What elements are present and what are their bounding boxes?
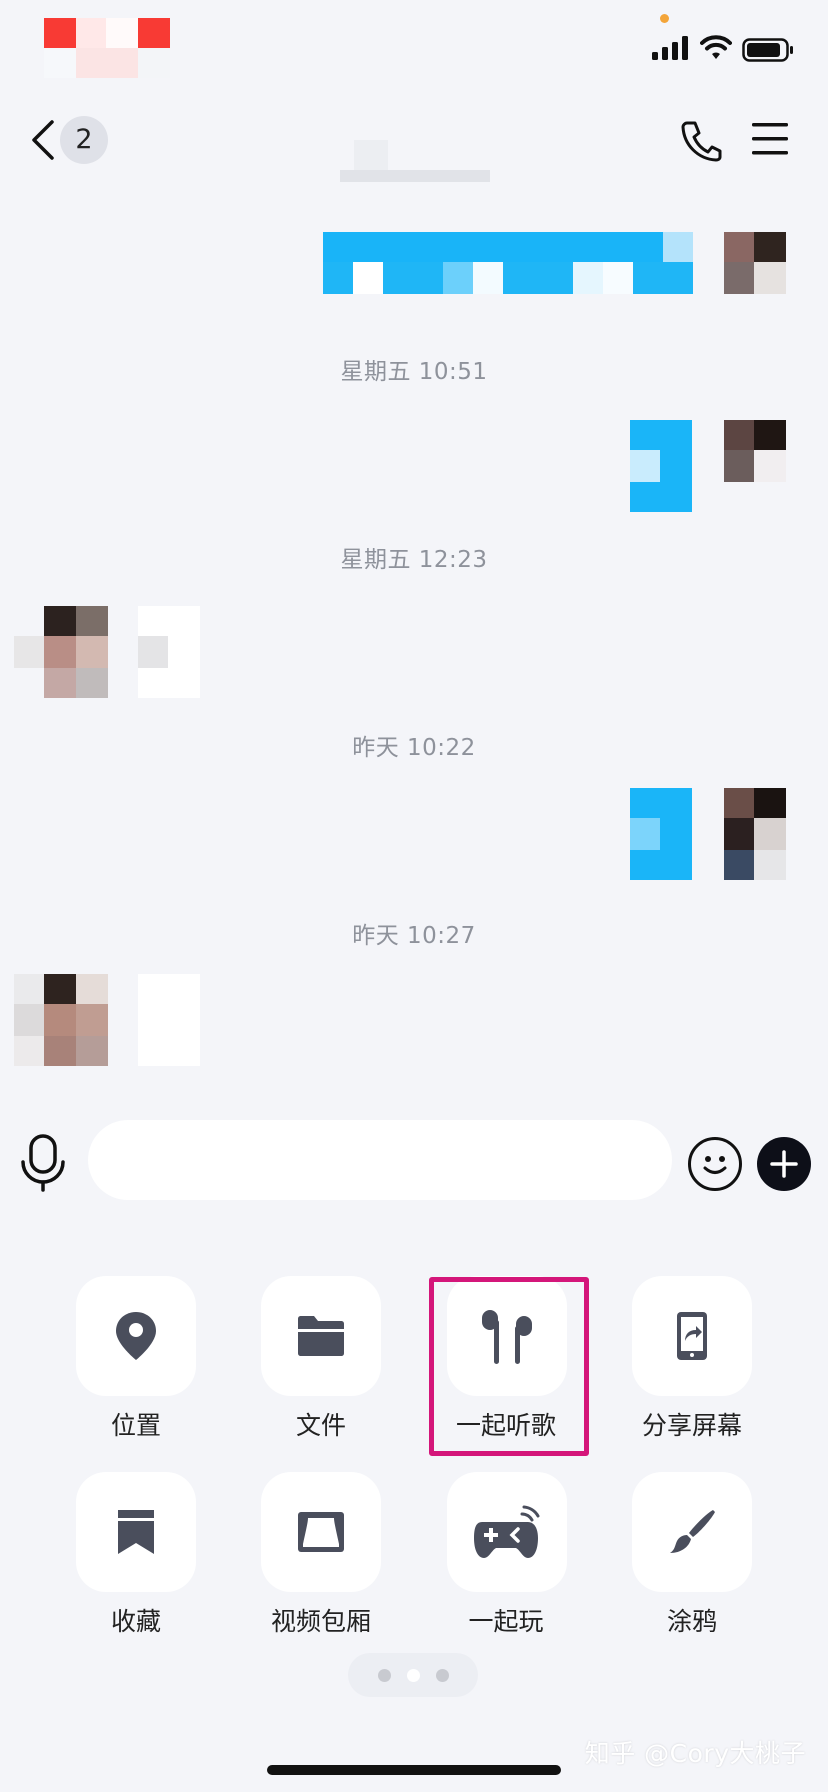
- message-timestamp: 星期五 10:51: [340, 359, 488, 385]
- share-screen-icon: [677, 1312, 707, 1360]
- message-timestamp: 星期五 12:23: [340, 547, 488, 573]
- home-indicator[interactable]: [267, 1765, 561, 1775]
- privacy-indicator-dot: [660, 14, 669, 23]
- paintbrush-icon: [670, 1510, 715, 1553]
- file-button[interactable]: [261, 1276, 381, 1396]
- watermark: 知乎 @Cory大桃子: [584, 1739, 806, 1768]
- emoji-icon[interactable]: [688, 1137, 742, 1191]
- video-room-icon: [298, 1512, 344, 1552]
- page-dot-active[interactable]: [407, 1669, 420, 1682]
- favorites-button[interactable]: [76, 1472, 196, 1592]
- function-label: 文件: [295, 1411, 346, 1440]
- unread-count-badge[interactable]: 2: [60, 116, 108, 164]
- back-arrow-icon[interactable]: [28, 118, 58, 162]
- highlight-annotation: [429, 1277, 589, 1456]
- message-input[interactable]: [88, 1120, 672, 1200]
- wifi-icon: [700, 35, 732, 59]
- function-label: 视频包厢: [270, 1607, 371, 1636]
- page-indicator[interactable]: [348, 1653, 478, 1697]
- function-label: 收藏: [110, 1607, 161, 1636]
- function-label: 分享屏幕: [641, 1411, 742, 1440]
- folder-icon: [298, 1316, 344, 1356]
- phone-icon[interactable]: [680, 120, 722, 162]
- location-pin-icon: [116, 1312, 156, 1360]
- gamepad-icon: [474, 1505, 540, 1558]
- page-dot[interactable]: [436, 1669, 449, 1682]
- function-label: 涂鸦: [666, 1607, 717, 1636]
- plus-icon[interactable]: [757, 1137, 811, 1191]
- microphone-icon[interactable]: [20, 1134, 66, 1192]
- signal-icon: [652, 36, 688, 60]
- location-button[interactable]: [76, 1276, 196, 1396]
- battery-icon: [742, 38, 793, 62]
- video-room-button[interactable]: [261, 1472, 381, 1592]
- function-label: 位置: [110, 1411, 161, 1440]
- message-timestamp: 昨天 10:22: [352, 735, 476, 761]
- share-screen-button[interactable]: [632, 1276, 752, 1396]
- bookmark-icon: [118, 1510, 154, 1554]
- play-together-button[interactable]: [447, 1472, 567, 1592]
- page-dot[interactable]: [378, 1669, 391, 1682]
- function-label: 一起玩: [468, 1607, 544, 1636]
- menu-icon[interactable]: [752, 123, 788, 155]
- doodle-button[interactable]: [632, 1472, 752, 1592]
- message-timestamp: 昨天 10:27: [352, 923, 476, 949]
